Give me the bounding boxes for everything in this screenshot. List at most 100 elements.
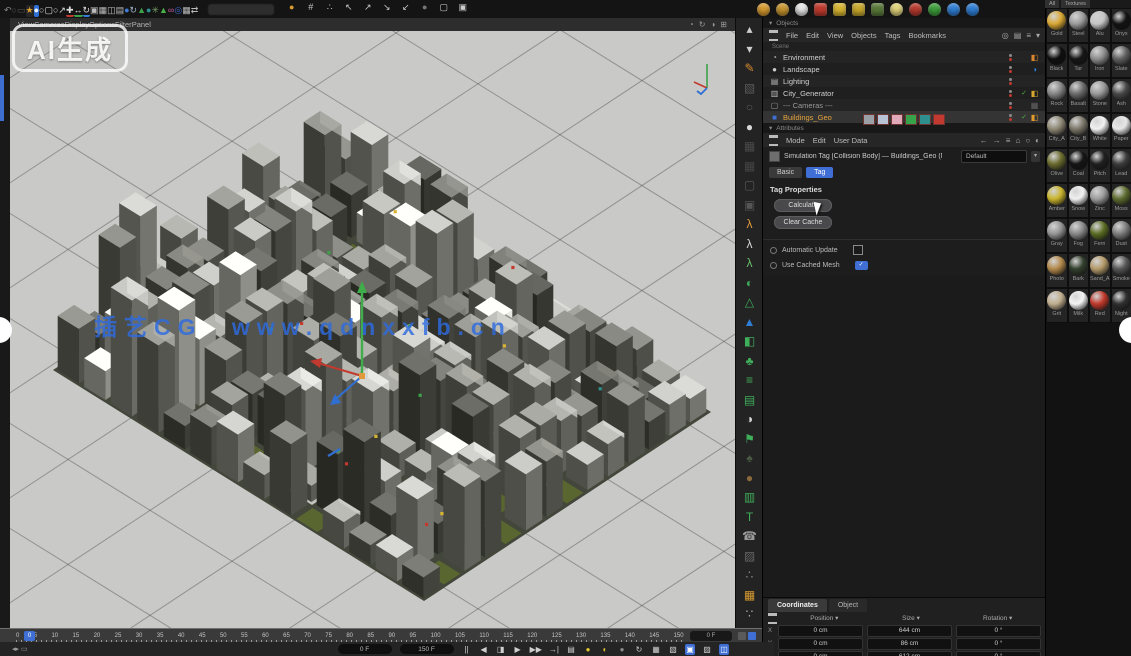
create-object-icon[interactable]	[928, 3, 941, 16]
material-item[interactable]: Sand_A	[1089, 253, 1111, 288]
object-tag-icon[interactable]: ◑	[1029, 65, 1040, 74]
create-object-icon[interactable]	[871, 3, 884, 16]
toolbar-icon[interactable]: ▣	[455, 1, 470, 17]
dropdown-caret-icon[interactable]: ▾	[1031, 151, 1040, 162]
create-object-icon[interactable]	[814, 3, 827, 16]
object-manager-title[interactable]: ▾ Objects	[763, 18, 1046, 28]
toolbar-icon[interactable]: ▭	[17, 5, 26, 17]
range-start-field[interactable]: 0 F	[338, 644, 392, 654]
toolbar-icon[interactable]: ▲	[159, 5, 168, 17]
object-manager-menu-item[interactable]: Bookmarks	[908, 31, 946, 40]
tool-icon[interactable]: △	[736, 293, 763, 313]
enabled-check[interactable]: ✓	[1019, 89, 1029, 97]
history-nav-icon[interactable]: ≡	[1006, 136, 1011, 145]
create-object-icon[interactable]	[966, 3, 979, 16]
toolbar-icon[interactable]: ▢	[44, 5, 53, 17]
tool-icon[interactable]: ≡	[736, 371, 763, 391]
toolbar-icon[interactable]: ▦	[182, 5, 191, 17]
current-frame-field[interactable]: 0 F	[690, 631, 732, 641]
tool-icon[interactable]: ▥	[736, 488, 763, 508]
transport-icon[interactable]: ●	[617, 644, 627, 655]
toolbar-icon[interactable]: ↶	[4, 5, 12, 17]
material-item[interactable]: Gold	[1046, 8, 1068, 43]
transport-icon[interactable]: ◐	[600, 644, 610, 655]
object-row[interactable]: ▢ --- Cameras --- ▦	[763, 99, 1046, 111]
tab-object[interactable]: Object	[829, 599, 867, 612]
material-item[interactable]: Gray	[1046, 218, 1068, 253]
position-field[interactable]: 0 cm	[778, 638, 863, 650]
tool-icon[interactable]: ⚑	[736, 430, 763, 450]
transport-icon[interactable]: ||	[462, 644, 472, 655]
material-item[interactable]: City_A	[1046, 113, 1068, 148]
object-tag-icon[interactable]: ▦	[1029, 101, 1040, 110]
transport-icon[interactable]: ◀	[479, 644, 489, 655]
object-tag-icon[interactable]: ◧	[1029, 89, 1040, 98]
create-object-icon[interactable]	[833, 3, 846, 16]
object-manager-menu-item[interactable]: Objects	[851, 31, 876, 40]
material-item[interactable]: White	[1089, 113, 1111, 148]
attribute-menu-item[interactable]: Edit	[813, 136, 826, 145]
tool-icon[interactable]: ▨	[736, 547, 763, 567]
object-name[interactable]: Landscape	[783, 65, 820, 74]
timeline-mini-icons[interactable]: ◂▸ ▭	[12, 645, 28, 653]
search-icon[interactable]: ≡	[1026, 31, 1031, 40]
toolbar-icon[interactable]: ↔	[74, 5, 83, 17]
transport-icon[interactable]: ◫	[719, 644, 729, 655]
range-end-field[interactable]: 150 F	[400, 644, 454, 654]
transport-icon[interactable]: →|	[549, 644, 559, 655]
material-item[interactable]: Red	[1089, 288, 1111, 323]
toolbar-icon[interactable]: ∴	[322, 1, 337, 17]
material-item[interactable]: Tar	[1068, 43, 1090, 78]
material-item[interactable]: Slate	[1111, 43, 1131, 78]
material-tag[interactable]	[877, 114, 889, 125]
object-manager-menu-item[interactable]: Edit	[806, 31, 819, 40]
tool-icon[interactable]: ☎	[736, 527, 763, 547]
timeline-playhead[interactable]: 0	[24, 631, 35, 641]
viewport-corner-icon[interactable]: ◑	[710, 20, 715, 29]
tool-icon[interactable]: ▢	[736, 176, 763, 196]
toolbar-icon[interactable]: ●	[417, 1, 432, 17]
material-item[interactable]: Paper	[1111, 113, 1131, 148]
create-object-icon[interactable]	[890, 3, 903, 16]
material-item[interactable]: Pitch	[1089, 148, 1111, 183]
tool-icon[interactable]: ○	[736, 98, 763, 118]
toolbar-icon[interactable]: ★	[26, 5, 34, 17]
size-field[interactable]: 86 cm	[867, 638, 952, 650]
material-item[interactable]: Grit	[1046, 288, 1068, 323]
clear-cache-button[interactable]: Clear Cache	[774, 216, 832, 229]
material-tag[interactable]	[905, 114, 917, 125]
history-nav-icon[interactable]: ○	[1025, 136, 1030, 145]
rotation-field[interactable]: 0 °	[956, 625, 1041, 637]
coordinate-column-header[interactable]: Size ▾	[868, 614, 955, 622]
position-field[interactable]: 0 cm	[778, 651, 863, 656]
preset-dropdown[interactable]: Default	[961, 150, 1027, 163]
tab-tag[interactable]: Tag	[806, 167, 833, 178]
tool-icon[interactable]: ▦	[736, 586, 763, 606]
tool-icon[interactable]: ▤	[736, 391, 763, 411]
history-nav-icon[interactable]: ←	[980, 136, 988, 145]
tab-basic[interactable]: Basic	[769, 167, 802, 178]
tool-icon[interactable]: ◑	[736, 410, 763, 430]
rotation-field[interactable]: 0 °	[956, 638, 1041, 650]
material-item[interactable]: Basalt	[1068, 78, 1090, 113]
viewport-corner-icon[interactable]: ⊞	[720, 20, 727, 29]
create-object-icon[interactable]	[776, 3, 789, 16]
toolbar-icon[interactable]: ↘	[379, 1, 394, 17]
tool-icon[interactable]: ♠	[736, 449, 763, 469]
create-object-icon[interactable]	[757, 3, 770, 16]
material-tag[interactable]	[919, 114, 931, 125]
toolbar-icon[interactable]: ▲	[137, 5, 146, 17]
transport-icon[interactable]: ↻	[634, 644, 644, 655]
transport-icon[interactable]: ▦	[651, 644, 661, 655]
tool-icon[interactable]: ✎	[736, 59, 763, 79]
material-item[interactable]: Steel	[1068, 8, 1090, 43]
visibility-dots[interactable]	[1009, 66, 1012, 73]
material-item[interactable]: Photo	[1046, 253, 1068, 288]
visibility-dots[interactable]	[1009, 90, 1012, 97]
material-item[interactable]: Coal	[1068, 148, 1090, 183]
material-item[interactable]: Onyx	[1111, 8, 1131, 43]
toolbar-icon[interactable]: ↻	[130, 5, 138, 17]
material-item[interactable]: Dust	[1111, 218, 1131, 253]
history-nav-icon[interactable]: ⌂	[1015, 136, 1020, 145]
history-nav-icon[interactable]: →	[993, 136, 1001, 145]
